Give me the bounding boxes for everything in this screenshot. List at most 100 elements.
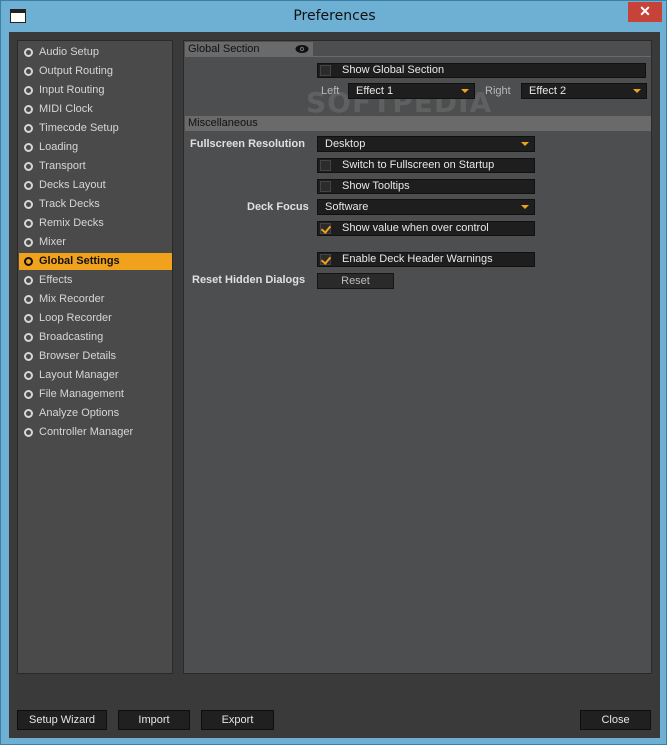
- sidebar-item-file-management[interactable]: File Management: [19, 386, 172, 403]
- window-close-button[interactable]: ✕: [628, 2, 662, 22]
- switch-fullscreen-checkbox[interactable]: Switch to Fullscreen on Startup: [317, 158, 535, 173]
- right-effect-dropdown[interactable]: Effect 2: [521, 83, 647, 99]
- sidebar-item-label: Remix Decks: [39, 217, 104, 229]
- sidebar-item-label: Loading: [39, 141, 79, 153]
- close-button[interactable]: Close: [580, 710, 651, 730]
- chevron-down-icon: [521, 205, 529, 209]
- sidebar-item-label: Decks Layout: [39, 179, 106, 191]
- checkbox-label: Show Global Section: [342, 64, 445, 76]
- checkmark-icon: [320, 223, 331, 234]
- radio-icon: [24, 67, 33, 76]
- radio-icon: [24, 124, 33, 133]
- sidebar-item-label: Layout Manager: [39, 369, 119, 381]
- sidebar-item-global-settings[interactable]: Global Settings: [19, 253, 172, 270]
- section-title: Miscellaneous: [188, 117, 258, 129]
- chevron-down-icon: [461, 89, 469, 93]
- show-global-section-checkbox[interactable]: Show Global Section: [317, 63, 646, 78]
- import-button[interactable]: Import: [118, 710, 190, 730]
- sidebar-item-transport[interactable]: Transport: [19, 158, 172, 175]
- eye-icon[interactable]: [295, 43, 309, 55]
- radio-icon: [24, 333, 33, 342]
- sidebar-item-controller-manager[interactable]: Controller Manager: [19, 424, 172, 441]
- sidebar-item-label: Browser Details: [39, 350, 117, 362]
- sidebar-item-label: Controller Manager: [39, 426, 134, 438]
- checkbox-label: Show Tooltips: [342, 180, 410, 192]
- sidebar-item-label: Output Routing: [39, 65, 113, 77]
- reset-hidden-dialogs-label: Reset Hidden Dialogs: [192, 274, 306, 286]
- right-label: Right: [485, 85, 511, 97]
- miscellaneous-header: Miscellaneous: [185, 116, 651, 131]
- checkbox-icon: [320, 65, 331, 76]
- section-divider: [185, 56, 651, 57]
- radio-icon: [24, 390, 33, 399]
- checkbox-icon: [320, 181, 331, 192]
- deck-focus-dropdown[interactable]: Software: [317, 199, 535, 215]
- sidebar-item-loop-recorder[interactable]: Loop Recorder: [19, 310, 172, 327]
- sidebar-item-loading[interactable]: Loading: [19, 139, 172, 156]
- checkmark-icon: [320, 254, 331, 265]
- sidebar-item-input-routing[interactable]: Input Routing: [19, 82, 172, 99]
- sidebar-item-label: Global Settings: [39, 255, 120, 267]
- sidebar-item-label: Track Decks: [39, 198, 100, 210]
- sidebar-item-label: MIDI Clock: [39, 103, 93, 115]
- sidebar-item-track-decks[interactable]: Track Decks: [19, 196, 172, 213]
- sidebar-item-label: File Management: [39, 388, 124, 400]
- title-bar: Preferences ✕: [1, 1, 667, 33]
- sidebar-item-label: Broadcasting: [39, 331, 104, 343]
- dropdown-value: Software: [325, 201, 369, 213]
- window-title: Preferences: [293, 8, 376, 24]
- radio-icon: [24, 409, 33, 418]
- global-section-header: Global Section: [185, 42, 313, 57]
- left-effect-dropdown[interactable]: Effect 1: [348, 83, 475, 99]
- section-title: Global Section: [188, 43, 260, 55]
- radio-icon: [24, 86, 33, 95]
- radio-icon: [24, 371, 33, 380]
- reset-button[interactable]: Reset: [317, 273, 394, 289]
- radio-icon: [24, 105, 33, 114]
- sidebar-item-audio-setup[interactable]: Audio Setup: [19, 44, 172, 61]
- global-settings-panel: SOFTPEDIA Global Section Show Global Sec…: [183, 40, 652, 674]
- radio-icon: [24, 162, 33, 171]
- show-tooltips-checkbox[interactable]: Show Tooltips: [317, 179, 535, 194]
- sidebar-item-browser-details[interactable]: Browser Details: [19, 348, 172, 365]
- checkbox-label: Switch to Fullscreen on Startup: [342, 159, 495, 171]
- radio-icon: [24, 143, 33, 152]
- sidebar-item-mix-recorder[interactable]: Mix Recorder: [19, 291, 172, 308]
- radio-icon: [24, 219, 33, 228]
- radio-icon: [24, 48, 33, 57]
- radio-icon: [24, 181, 33, 190]
- preferences-body: Audio Setup Output Routing Input Routing…: [9, 32, 660, 738]
- fullscreen-resolution-label: Fullscreen Resolution: [190, 138, 305, 150]
- radio-icon: [24, 276, 33, 285]
- sidebar-item-mixer[interactable]: Mixer: [19, 234, 172, 251]
- dropdown-value: Effect 2: [529, 85, 567, 97]
- sidebar-item-effects[interactable]: Effects: [19, 272, 172, 289]
- sidebar-item-label: Transport: [39, 160, 86, 172]
- radio-icon: [24, 314, 33, 323]
- sidebar-item-label: Loop Recorder: [39, 312, 112, 324]
- show-value-over-control-checkbox[interactable]: Show value when over control: [317, 221, 535, 236]
- sidebar-item-remix-decks[interactable]: Remix Decks: [19, 215, 172, 232]
- sidebar-item-label: Mix Recorder: [39, 293, 105, 305]
- sidebar-item-label: Input Routing: [39, 84, 105, 96]
- checkbox-icon: [320, 160, 331, 171]
- checkbox-label: Show value when over control: [342, 222, 489, 234]
- sidebar-item-timecode-setup[interactable]: Timecode Setup: [19, 120, 172, 137]
- fullscreen-resolution-dropdown[interactable]: Desktop: [317, 136, 535, 152]
- sidebar-item-midi-clock[interactable]: MIDI Clock: [19, 101, 172, 118]
- checkbox-label: Enable Deck Header Warnings: [342, 253, 493, 265]
- left-label: Left: [321, 85, 340, 97]
- sidebar-item-layout-manager[interactable]: Layout Manager: [19, 367, 172, 384]
- setup-wizard-button[interactable]: Setup Wizard: [17, 710, 107, 730]
- sidebar-item-output-routing[interactable]: Output Routing: [19, 63, 172, 80]
- sidebar-item-label: Timecode Setup: [39, 122, 119, 134]
- sidebar-item-broadcasting[interactable]: Broadcasting: [19, 329, 172, 346]
- sidebar-item-analyze-options[interactable]: Analyze Options: [19, 405, 172, 422]
- preferences-window: Preferences ✕ Audio Setup Output Routing…: [0, 0, 667, 745]
- export-button[interactable]: Export: [201, 710, 274, 730]
- sidebar-item-decks-layout[interactable]: Decks Layout: [19, 177, 172, 194]
- enable-deck-header-warnings-checkbox[interactable]: Enable Deck Header Warnings: [317, 252, 535, 267]
- radio-icon: [24, 200, 33, 209]
- deck-focus-label: Deck Focus: [247, 201, 309, 213]
- sidebar-item-label: Audio Setup: [39, 46, 99, 58]
